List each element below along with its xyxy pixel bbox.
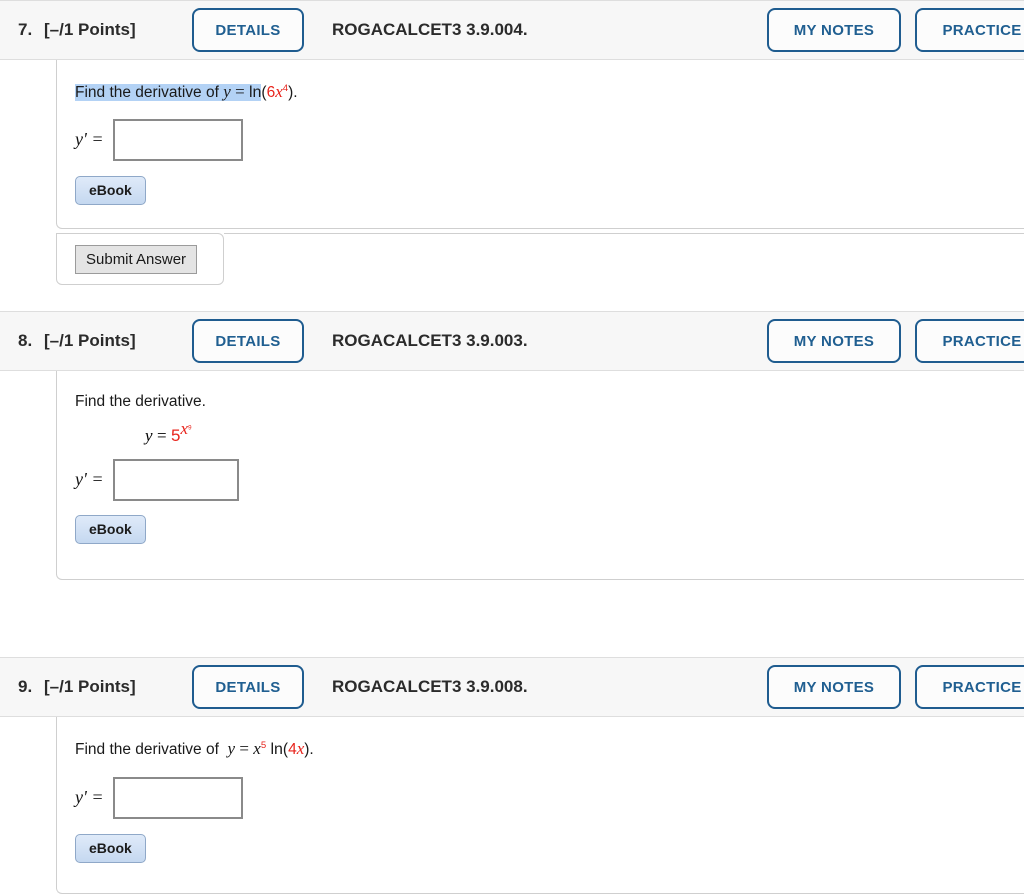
question-number-8: 8. [18, 331, 33, 350]
answer-label-8: y' = [75, 469, 104, 490]
answer-input-9[interactable] [112, 776, 243, 819]
ebook-button-7[interactable]: eBook [75, 175, 146, 205]
question-points-8: [–/1 Points] [44, 331, 136, 350]
practice-button-8[interactable]: PRACTICE [915, 319, 1024, 363]
question-content-8: Find the derivative. y = 5x9 y' = eBook [75, 371, 1024, 544]
my-notes-button-9[interactable]: MY NOTES [767, 665, 901, 709]
question-prompt-7: Find the derivative of y = ln(6x4). [75, 82, 1024, 103]
question-prompt-9: Find the derivative of y = x5 ln(4x). [75, 739, 1024, 760]
prompt-text-7: Find the derivative of [75, 84, 224, 101]
submit-container-7: Submit Answer [56, 233, 224, 285]
ebook-row-7: eBook [75, 175, 1024, 205]
details-button-7[interactable]: DETAILS [192, 8, 304, 52]
formula-7-tail: (6x4). [261, 82, 298, 101]
question-header-9: 9. [–/1 Points] DETAILS ROGACALCET3 3.9.… [0, 657, 1024, 717]
question-header-8: 8. [–/1 Points] DETAILS ROGACALCET3 3.9.… [0, 311, 1024, 371]
formula-9: y = x5 ln(4x). [227, 739, 314, 758]
question-title-7: ROGACALCET3 3.9.004. [332, 20, 528, 39]
question-block-7: 7. [–/1 Points] DETAILS ROGACALCET3 3.9.… [0, 0, 1024, 285]
question-block-8: 8. [–/1 Points] DETAILS ROGACALCET3 3.9.… [0, 311, 1024, 580]
submit-answer-button-7[interactable]: Submit Answer [75, 245, 198, 274]
formula-8: y = 5x9 [145, 419, 192, 445]
answer-input-8[interactable] [112, 458, 239, 501]
question-body-8: Find the derivative. y = 5x9 y' = eBook [0, 371, 1024, 580]
practice-button-9[interactable]: PRACTICE [915, 665, 1024, 709]
question-block-9: 9. [–/1 Points] DETAILS ROGACALCET3 3.9.… [0, 657, 1024, 894]
answer-row-8: y' = [75, 458, 1024, 501]
ebook-row-8: eBook [75, 514, 1024, 544]
question-header-7: 7. [–/1 Points] DETAILS ROGACALCET3 3.9.… [0, 0, 1024, 60]
question-body-9: Find the derivative of y = x5 ln(4x). y'… [0, 717, 1024, 894]
my-notes-button-8[interactable]: MY NOTES [767, 319, 901, 363]
details-button-9[interactable]: DETAILS [192, 665, 304, 709]
question-content-7: Find the derivative of y = ln(6x4). y' =… [75, 60, 1024, 205]
submit-divider-7 [224, 233, 1024, 234]
question-number-7: 7. [18, 20, 33, 39]
question-content-9: Find the derivative of y = x5 ln(4x). y'… [75, 717, 1024, 863]
answer-input-7[interactable] [112, 118, 243, 161]
answer-label-9: y' = [75, 787, 104, 808]
details-button-8[interactable]: DETAILS [192, 319, 304, 363]
answer-row-7: y' = [75, 118, 1024, 161]
question-title-9: ROGACALCET3 3.9.008. [332, 677, 528, 696]
ebook-button-8[interactable]: eBook [75, 514, 146, 544]
formula-7: y = ln [223, 82, 262, 101]
assignment-page: 7. [–/1 Points] DETAILS ROGACALCET3 3.9.… [0, 0, 1024, 894]
answer-row-9: y' = [75, 776, 1024, 819]
ebook-button-9[interactable]: eBook [75, 833, 146, 863]
my-notes-button-7[interactable]: MY NOTES [767, 8, 901, 52]
question-points-7: [–/1 Points] [44, 20, 136, 39]
question-number-9: 9. [18, 677, 33, 696]
prompt-text-9: Find the derivative of [75, 741, 228, 758]
answer-label-7: y' = [75, 129, 104, 150]
question-body-7: Find the derivative of y = ln(6x4). y' =… [0, 60, 1024, 229]
practice-button-7[interactable]: PRACTICE [915, 8, 1024, 52]
question-title-8: ROGACALCET3 3.9.003. [332, 331, 528, 350]
ebook-row-9: eBook [75, 833, 1024, 863]
question-prompt-8: Find the derivative. [75, 393, 206, 410]
question-points-9: [–/1 Points] [44, 677, 136, 696]
